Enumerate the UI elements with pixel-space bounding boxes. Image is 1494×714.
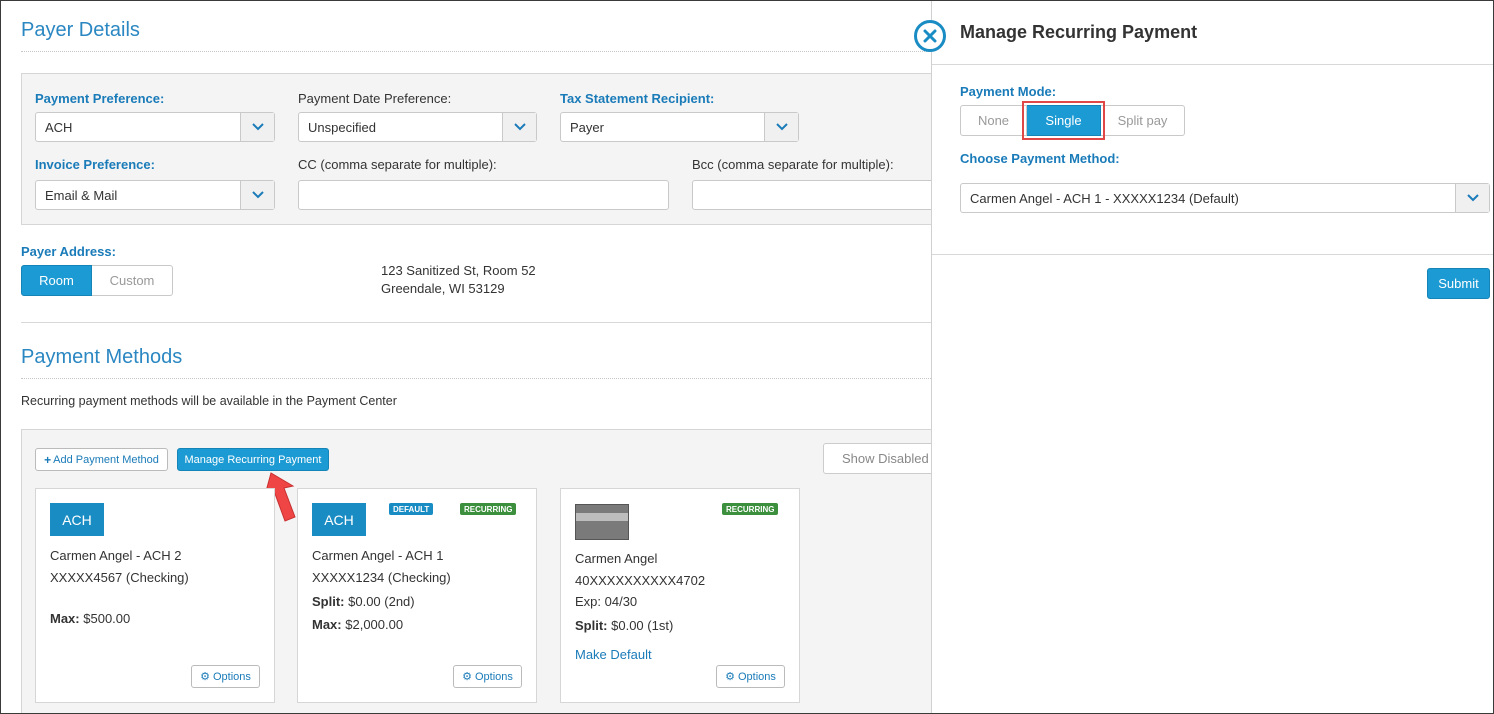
add-payment-method-button[interactable]: + Add Payment Method — [35, 448, 168, 471]
max-label: Max: — [50, 611, 80, 626]
payment-preference-value: ACH — [45, 120, 73, 135]
address-line-1: 123 Sanitized St, Room 52 — [381, 263, 536, 278]
card-name: Carmen Angel — [575, 551, 658, 566]
invoice-preference-label: Invoice Preference: — [35, 157, 155, 172]
chevron-down-icon — [764, 113, 798, 141]
add-payment-method-label: Add Payment Method — [53, 453, 159, 466]
card-max: Max: $2,000.00 — [312, 617, 403, 632]
options-label: Options — [474, 670, 513, 683]
invoice-preference-select[interactable]: Email & Mail — [35, 180, 275, 210]
payment-method-value: Carmen Angel - ACH 1 - XXXXX1234 (Defaul… — [970, 191, 1239, 206]
panel-body-divider — [932, 254, 1493, 255]
payment-mode-label: Payment Mode: — [960, 84, 1057, 99]
options-label: Options — [737, 670, 776, 683]
recurring-tag: RECURRING — [460, 503, 517, 515]
payment-preference-select[interactable]: ACH — [35, 112, 275, 142]
options-label: Options — [212, 670, 251, 683]
gear-icon: ⚙ — [462, 671, 472, 683]
app-frame: Payer Details Payment Preference: ACH Pa… — [0, 0, 1494, 714]
max-value: $500.00 — [83, 611, 131, 626]
payment-date-label: Payment Date Preference: — [298, 91, 452, 106]
panel-header-divider — [932, 64, 1493, 65]
split-value: $0.00 (2nd) — [348, 594, 415, 609]
mode-none-button[interactable]: None — [960, 105, 1027, 136]
payer-address-label: Payer Address: — [21, 244, 116, 259]
payment-method-select[interactable]: Carmen Angel - ACH 1 - XXXXX1234 (Defaul… — [960, 183, 1490, 213]
panel-title: Manage Recurring Payment — [960, 22, 1198, 42]
address-room-tab[interactable]: Room — [21, 265, 92, 296]
section-divider — [21, 322, 931, 323]
submit-button[interactable]: Submit — [1427, 268, 1490, 299]
options-button[interactable]: ⚙ Options — [191, 665, 260, 688]
payment-preference-label: Payment Preference: — [35, 91, 165, 106]
cc-input[interactable] — [298, 180, 669, 210]
show-disabled-button[interactable]: Show Disabled — [823, 443, 941, 474]
split-label: Split: — [312, 594, 345, 609]
card-account: 40XXXXXXXXXX4702 — [575, 573, 706, 588]
default-tag: DEFAULT — [389, 503, 434, 515]
bcc-input[interactable] — [692, 180, 952, 210]
gear-icon: ⚙ — [725, 671, 735, 683]
gear-icon: ⚙ — [200, 671, 210, 683]
address-line-2: Greendale, WI 53129 — [381, 281, 505, 296]
recurring-tag: RECURRING — [722, 503, 779, 515]
manage-recurring-payment-button[interactable]: Manage Recurring Payment — [177, 448, 329, 471]
tax-recipient-value: Payer — [570, 120, 604, 135]
address-custom-tab[interactable]: Custom — [92, 265, 173, 296]
recurring-note: Recurring payment methods will be availa… — [21, 394, 397, 408]
split-value: $0.00 (1st) — [611, 618, 674, 633]
mode-split-pay-button[interactable]: Split pay — [1101, 105, 1185, 136]
max-label: Max: — [312, 617, 342, 632]
card-account: XXXXX1234 (Checking) — [312, 570, 451, 585]
title-divider — [21, 378, 931, 379]
tax-recipient-select[interactable]: Payer — [560, 112, 799, 142]
ach-badge: ACH — [50, 503, 104, 536]
address-toggle: Room Custom — [21, 265, 173, 296]
payment-method-label: Choose Payment Method: — [960, 151, 1120, 166]
options-button[interactable]: ⚙ Options — [716, 665, 785, 688]
credit-card-icon — [575, 504, 629, 540]
ach-badge: ACH — [312, 503, 366, 536]
chevron-down-icon — [1455, 184, 1489, 212]
close-icon[interactable] — [914, 20, 946, 52]
card-name: Carmen Angel - ACH 2 — [50, 548, 182, 563]
tax-recipient-label: Tax Statement Recipient: — [560, 91, 715, 106]
payment-methods-title: Payment Methods — [21, 346, 183, 368]
plus-icon: + — [44, 452, 52, 467]
payer-details-title: Payer Details — [21, 19, 140, 41]
card-split: Split: $0.00 (1st) — [575, 618, 673, 633]
make-default-link[interactable]: Make Default — [575, 647, 652, 662]
payment-card-credit: RECURRING Carmen Angel 40XXXXXXXXXX4702 … — [560, 488, 800, 703]
highlight-box — [1022, 101, 1105, 140]
cc-label: CC (comma separate for multiple): — [298, 157, 497, 172]
chevron-down-icon — [502, 113, 536, 141]
payment-card-ach-1: ACH DEFAULT RECURRING Carmen Angel - ACH… — [297, 488, 537, 703]
card-max: Max: $500.00 — [50, 611, 130, 626]
manage-recurring-panel: Manage Recurring Payment Payment Mode: N… — [931, 1, 1493, 713]
card-account: XXXXX4567 (Checking) — [50, 570, 189, 585]
split-label: Split: — [575, 618, 608, 633]
card-split: Split: $0.00 (2nd) — [312, 594, 415, 609]
card-name: Carmen Angel - ACH 1 — [312, 548, 444, 563]
max-value: $2,000.00 — [345, 617, 404, 632]
chevron-down-icon — [240, 181, 274, 209]
title-divider — [21, 51, 931, 52]
chevron-down-icon — [240, 113, 274, 141]
preferences-panel: Payment Preference: ACH Payment Date Pre… — [21, 73, 952, 225]
payment-date-select[interactable]: Unspecified — [298, 112, 537, 142]
payment-card-ach-2: ACH Carmen Angel - ACH 2 XXXXX4567 (Chec… — [35, 488, 275, 703]
options-button[interactable]: ⚙ Options — [453, 665, 522, 688]
bcc-label: Bcc (comma separate for multiple): — [692, 157, 894, 172]
card-expiry: Exp: 04/30 — [575, 594, 638, 609]
payment-date-value: Unspecified — [308, 120, 376, 135]
invoice-preference-value: Email & Mail — [45, 188, 118, 203]
